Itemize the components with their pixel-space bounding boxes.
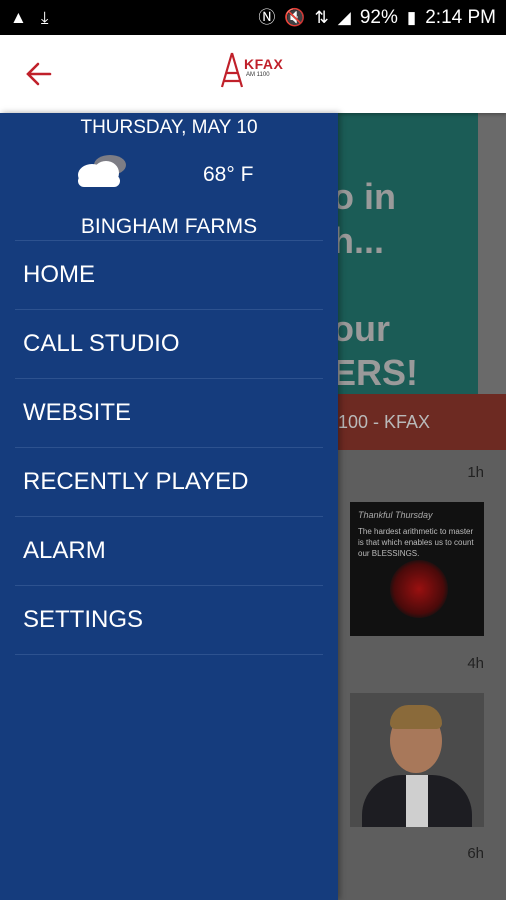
mute-icon: 🔇 [284,8,306,27]
feed-list: 1h Thankful Thursday The hardest arithme… [338,450,506,900]
drawer-menu: HOME CALL STUDIO WEBSITE RECENTLY PLAYED… [15,240,323,655]
promo-banner[interactable]: o in h... our ERS! [338,113,478,394]
nfc-icon: Ⓝ [258,8,276,27]
battery-text: 92% [359,6,398,28]
city-name: BINGHAM FARMS [80,215,258,238]
clock: 2:14 PM [425,6,496,28]
cloud-icon [78,155,126,187]
menu-item-website[interactable]: WEBSITE [15,379,323,448]
feed-time: 6h [467,845,484,862]
station-logo: KFAX AM 1100 [218,51,292,91]
temperature: 68° F [203,163,254,186]
menu-item-settings[interactable]: SETTINGS [15,586,323,655]
feed-thumbnail[interactable] [350,693,484,827]
background-content: o in h... our ERS! 100 - KFAX 1h Thankfu… [338,113,506,900]
feed-time: 1h [467,464,484,481]
menu-item-recently-played[interactable]: RECENTLY PLAYED [15,448,323,517]
logo-text: KFAX [244,56,284,72]
arrow-back-icon [26,62,52,86]
data-icon: ⇅ [314,8,329,27]
tower-icon [220,52,244,88]
banner-text: o in h... our ERS! [338,176,419,393]
signal-icon: ◢ [337,8,351,27]
battery-icon: ▮ [406,8,417,27]
status-bar: ▲ ⤓ Ⓝ 🔇 ⇅ ◢ 92% ▮ 2:14 PM [0,0,506,35]
menu-item-home[interactable]: HOME [15,241,323,310]
station-bar[interactable]: 100 - KFAX [338,394,506,450]
download-icon: ⤓ [40,8,49,27]
feed-thumbnail[interactable]: Thankful Thursday The hardest arithmetic… [350,502,484,636]
date-label: THURSDAY, MAY 10 [80,117,258,138]
navigation-drawer: THURSDAY, MAY 10 68° F BINGHAM FARMS HOM… [0,113,338,900]
warning-icon: ▲ [10,8,27,27]
logo-subtitle: AM 1100 [246,72,270,78]
app-bar: KFAX AM 1100 [0,35,506,113]
back-button[interactable] [22,57,56,91]
menu-item-call-studio[interactable]: CALL STUDIO [15,310,323,379]
menu-item-alarm[interactable]: ALARM [15,517,323,586]
feed-time: 4h [467,655,484,672]
